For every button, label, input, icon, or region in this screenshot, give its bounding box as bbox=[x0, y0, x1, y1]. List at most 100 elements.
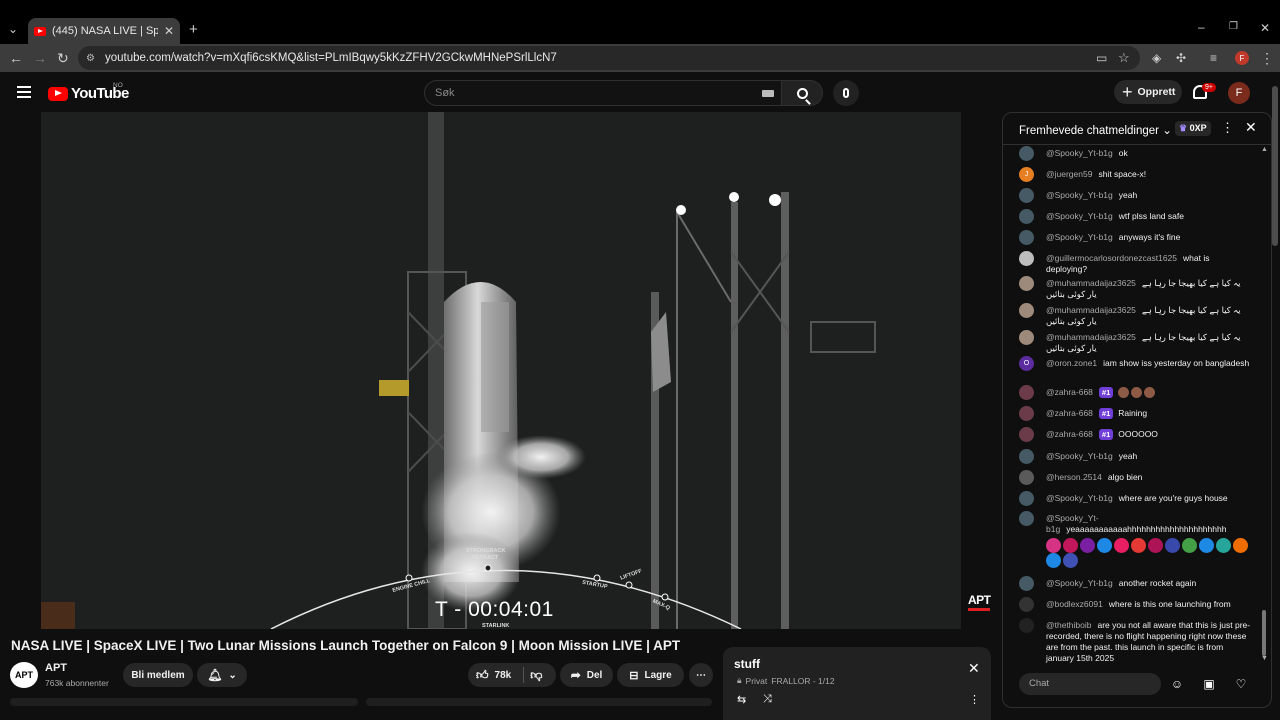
chat-author-avatar[interactable] bbox=[1019, 427, 1034, 442]
back-icon[interactable]: ← bbox=[9, 48, 23, 68]
chat-author-avatar[interactable]: O bbox=[1019, 356, 1034, 371]
create-button[interactable]: + Opprett bbox=[1114, 80, 1182, 104]
minimize-icon[interactable]: – bbox=[1198, 20, 1205, 34]
chat-author-avatar[interactable] bbox=[1019, 491, 1034, 506]
channel-name[interactable]: APT bbox=[45, 662, 67, 674]
dislike-icon[interactable]: 👎︎ bbox=[530, 668, 542, 683]
emoji-icon bbox=[1080, 538, 1095, 553]
chat-author-name[interactable]: @herson.2514 bbox=[1046, 472, 1102, 482]
chat-author-name[interactable]: @muhammadaijaz3625 bbox=[1046, 278, 1136, 288]
chat-author-name[interactable]: @zahra-668 bbox=[1046, 429, 1093, 439]
more-actions-button[interactable]: ⋯ bbox=[689, 663, 713, 687]
channel-avatar[interactable]: APT bbox=[10, 662, 38, 688]
chat-author-avatar[interactable] bbox=[1019, 618, 1034, 633]
chat-author-avatar[interactable] bbox=[1019, 230, 1034, 245]
chat-author-avatar[interactable] bbox=[1019, 330, 1034, 345]
chat-author-name[interactable]: @Spooky_Yt-b1g bbox=[1046, 211, 1113, 221]
chat-author-name[interactable]: @Spooky_Yt-b1g bbox=[1046, 232, 1113, 242]
profile-icon[interactable]: F bbox=[1235, 51, 1249, 65]
chat-message-body: @zahra-668 #1 bbox=[1046, 387, 1251, 399]
restore-icon[interactable]: ❐ bbox=[1229, 21, 1238, 32]
chat-author-avatar[interactable] bbox=[1019, 146, 1034, 161]
chat-scroll-down-icon[interactable]: ▼ bbox=[1261, 655, 1268, 662]
shuffle-icon[interactable]: ⤨ bbox=[763, 693, 772, 706]
keyboard-icon[interactable] bbox=[762, 90, 774, 97]
chat-author-name[interactable]: @Spooky_Yt-b1g bbox=[1046, 493, 1113, 503]
chat-author-avatar[interactable] bbox=[1019, 385, 1034, 400]
share-button[interactable]: ➦ Del bbox=[560, 663, 613, 687]
chat-author-name[interactable]: @muhammadaijaz3625 bbox=[1046, 305, 1136, 315]
chat-author-name[interactable]: @thethiboib bbox=[1046, 620, 1092, 630]
browser-tab[interactable]: (445) NASA LIVE | SpaceX LIVE | ✕ bbox=[28, 18, 180, 44]
chat-author-name[interactable]: @Spooky_Yt-b1g bbox=[1046, 148, 1113, 158]
bookmark-star-icon[interactable]: ☆ bbox=[1118, 48, 1130, 68]
site-info-icon[interactable]: ⚙ bbox=[86, 53, 95, 64]
chat-input[interactable]: Chat bbox=[1019, 673, 1161, 695]
chat-author-avatar[interactable]: J bbox=[1019, 167, 1034, 182]
install-app-icon[interactable]: ▭ bbox=[1096, 48, 1107, 68]
close-chat-icon[interactable]: ✕ bbox=[1245, 119, 1257, 136]
search-button[interactable] bbox=[782, 80, 823, 106]
extension-icon[interactable]: ◈ bbox=[1152, 48, 1161, 68]
chat-author-name[interactable]: @Spooky_Yt-b1g bbox=[1046, 190, 1113, 200]
chat-author-avatar[interactable] bbox=[1019, 251, 1034, 266]
like-count[interactable]: 78k bbox=[495, 670, 512, 681]
new-tab-icon[interactable]: + bbox=[189, 21, 198, 38]
voice-search-button[interactable] bbox=[833, 80, 859, 106]
chat-author-name[interactable]: @bodlexz6091 bbox=[1046, 599, 1103, 609]
playlist-title[interactable]: stuff bbox=[734, 657, 760, 671]
emoji-icon bbox=[1199, 538, 1214, 553]
chat-author-avatar[interactable] bbox=[1019, 576, 1034, 591]
save-button[interactable]: ⊟ Lagre bbox=[617, 663, 684, 687]
chat-author-name[interactable]: @Spooky_Yt-b1g bbox=[1046, 578, 1113, 588]
chat-menu-icon[interactable]: ⋮ bbox=[1221, 120, 1234, 136]
loop-icon[interactable]: ⇆ bbox=[737, 693, 746, 706]
chat-author-name[interactable]: @oron.zone1 bbox=[1046, 358, 1097, 368]
notification-pref-button[interactable]: 🔔︎ ⌄ bbox=[197, 663, 247, 687]
address-bar[interactable]: ⚙ youtube.com/watch?v=mXqfi6csKMQ&list=P… bbox=[78, 46, 1140, 70]
chat-author-avatar[interactable] bbox=[1019, 209, 1034, 224]
menu-icon[interactable] bbox=[17, 86, 31, 98]
emoji-icon[interactable]: ☺ bbox=[1170, 677, 1184, 691]
chat-scrollbar[interactable] bbox=[1262, 610, 1266, 656]
like-icon[interactable]: 👍︎ bbox=[476, 668, 489, 683]
chat-message-text: yeah bbox=[1118, 451, 1138, 461]
chat-author-avatar[interactable] bbox=[1019, 470, 1034, 485]
tab-search-icon[interactable]: ⌄ bbox=[8, 22, 18, 36]
chat-message-body: @thethiboib are you not all aware that th… bbox=[1046, 620, 1251, 664]
close-tab-icon[interactable]: ✕ bbox=[164, 24, 174, 38]
page-scrollbar[interactable] bbox=[1272, 86, 1278, 246]
chat-author-name[interactable]: @zahra-668 bbox=[1046, 408, 1093, 418]
browser-menu-icon[interactable]: ⋮ bbox=[1260, 48, 1274, 68]
chat-author-avatar[interactable] bbox=[1019, 597, 1034, 612]
chat-author-name[interactable]: @muhammadaijaz3625 bbox=[1046, 332, 1136, 342]
chat-author-name[interactable]: @juergen59 bbox=[1046, 169, 1092, 179]
chat-author-avatar[interactable] bbox=[1019, 406, 1034, 421]
chat-author-avatar[interactable] bbox=[1019, 188, 1034, 203]
playlist-menu-icon[interactable]: ⋮ bbox=[969, 693, 980, 706]
puzzle-icon[interactable]: ✣ bbox=[1176, 48, 1186, 68]
chat-mode-selector[interactable]: Fremhevede chatmeldinger ⌄ bbox=[1019, 123, 1172, 137]
join-button[interactable]: Bli medlem bbox=[123, 663, 193, 687]
chat-author-name[interactable]: @guillermocarlosordonezcast1625 bbox=[1046, 253, 1177, 263]
emoji-icon bbox=[1063, 538, 1078, 553]
heart-icon[interactable]: ♡ bbox=[1234, 677, 1248, 691]
xp-badge[interactable]: ♛ 0XP bbox=[1175, 121, 1211, 136]
chat-author-avatar[interactable] bbox=[1019, 511, 1034, 526]
chat-scroll-up-icon[interactable]: ▲ bbox=[1261, 146, 1268, 153]
account-avatar[interactable]: F bbox=[1228, 82, 1250, 104]
chat-author-name[interactable]: @Spooky_Yt-b1g bbox=[1046, 451, 1113, 461]
reload-icon[interactable]: ↻ bbox=[57, 48, 69, 68]
chat-author-name[interactable]: @zahra-668 bbox=[1046, 387, 1093, 397]
super-chat-icon[interactable]: ▣ bbox=[1202, 677, 1216, 691]
search-input[interactable]: Søk bbox=[424, 80, 782, 106]
close-window-icon[interactable]: ✕ bbox=[1260, 21, 1270, 35]
chat-author-avatar[interactable] bbox=[1019, 303, 1034, 318]
close-playlist-icon[interactable]: ✕ bbox=[968, 660, 980, 677]
emoji-icon bbox=[1144, 387, 1156, 399]
arc-label-retract: RETRACT bbox=[472, 555, 499, 561]
forward-icon[interactable]: → bbox=[33, 48, 47, 68]
media-control-icon[interactable]: ≡ bbox=[1210, 48, 1217, 68]
chat-author-avatar[interactable] bbox=[1019, 449, 1034, 464]
chat-author-avatar[interactable] bbox=[1019, 276, 1034, 291]
